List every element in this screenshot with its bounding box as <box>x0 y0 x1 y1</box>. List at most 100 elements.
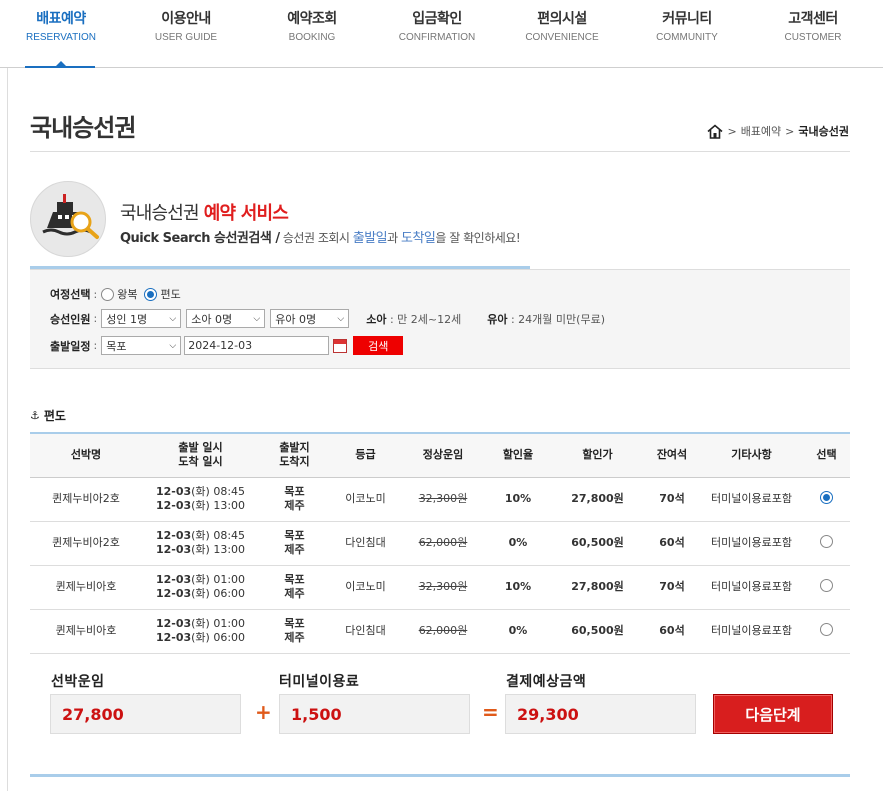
dep-day: (화) <box>191 485 210 498</box>
arr-time: 13:00 <box>209 499 246 512</box>
nav-label-en: RESERVATION <box>25 32 96 43</box>
ship-name: 퀸제누비아2호 <box>30 521 142 566</box>
col-datetime: 출발 일시 도착 일시 <box>142 432 259 478</box>
breadcrumb-item[interactable]: 배표예약 <box>741 123 781 139</box>
dep-time: 08:45 <box>209 529 246 542</box>
infant-count-value: 유아 0명 <box>275 312 317 326</box>
service-title: 국내승선권 예약 서비스 <box>120 199 289 225</box>
child-count-value: 소아 0명 <box>191 312 233 326</box>
voyage-ports: 목포 제주 <box>259 521 330 566</box>
nav-confirmation[interactable]: 입금확인 CONFIRMATION <box>387 8 487 43</box>
discount-rate: 10% <box>485 565 551 610</box>
select-radio[interactable] <box>820 534 833 548</box>
remaining-seats: 70석 <box>644 477 700 522</box>
breadcrumb-current: 국내승선권 <box>798 125 849 138</box>
round-trip-radio[interactable] <box>101 287 115 301</box>
table-row[interactable]: 퀸제누비아호 12-03(화) 01:00 12-03(화) 06:00 목포 제주 이코… <box>30 565 850 610</box>
col-normal-fare: 정상운임 <box>401 432 485 478</box>
normal-fare-value: 62,000원 <box>418 536 468 549</box>
etc-note: 터미널이용료포함 <box>700 477 803 522</box>
child-hint-text: : 만 2세~12세 <box>389 312 462 326</box>
col-ship: 선박명 <box>30 432 142 478</box>
arr-port: 제주 <box>284 543 305 556</box>
nav-reservation[interactable]: 배표예약 RESERVATION <box>11 8 111 43</box>
col-dep-time: 출발 일시 <box>178 441 223 455</box>
child-hint-label: 소아 <box>366 312 387 326</box>
arr-time: 06:00 <box>209 587 246 600</box>
dep-time: 08:45 <box>209 485 246 498</box>
nav-user-guide[interactable]: 이용안내 USER GUIDE <box>136 8 236 43</box>
adult-count-value: 성인 1명 <box>106 312 148 326</box>
dep-day: (화) <box>191 617 210 630</box>
one-way-radio[interactable] <box>144 287 158 301</box>
bottom-accent-line <box>30 774 850 777</box>
dep-time: 01:00 <box>209 617 246 630</box>
calendar-icon[interactable] <box>333 338 348 353</box>
page-title: 국내승선권 <box>30 114 136 142</box>
service-note: 을 잘 확인하세요! <box>435 231 521 245</box>
arr-day: (화) <box>191 543 210 556</box>
normal-fare-value: 62,000원 <box>418 624 468 637</box>
discount-price: 27,800원 <box>551 477 644 522</box>
nav-label-en: CONFIRMATION <box>398 32 476 43</box>
home-icon[interactable] <box>707 123 723 139</box>
table-row[interactable]: 퀸제누비아호 12-03(화) 01:00 12-03(화) 06:00 목포 제주 다인… <box>30 609 850 654</box>
nav-label-ko: 예약조회 <box>287 11 337 27</box>
active-tab-underline <box>25 66 95 68</box>
breadcrumb: > 배표예약 > 국내승선권 <box>707 123 849 139</box>
chevron-down-icon: ⌵ <box>169 340 177 351</box>
terminal-fee-label: 터미널이용료 <box>279 674 360 690</box>
select-cell <box>803 565 850 610</box>
one-way-label: 편도 <box>160 288 181 301</box>
select-radio[interactable] <box>820 490 833 504</box>
nav-booking[interactable]: 예약조회 BOOKING <box>262 8 362 43</box>
passenger-row: 승선인원: 성인 1명 ⌵ 소아 0명 ⌵ 유아 0명 ⌵ 소아 : 만 2세~12세… <box>50 309 605 328</box>
col-arr-time: 도착 일시 <box>178 455 223 469</box>
dep-day: (화) <box>191 529 210 542</box>
nav-community[interactable]: 커뮤니티 COMMUNITY <box>637 8 737 43</box>
trip-type-label: 여정선택 <box>50 288 91 301</box>
nav-label-en: COMMUNITY <box>656 32 718 43</box>
service-note-arrival: 도착일 <box>401 231 436 246</box>
arr-day: (화) <box>191 631 210 644</box>
section-title-text: 편도 <box>43 409 66 423</box>
adult-count-select[interactable]: 성인 1명 ⌵ <box>101 309 182 328</box>
col-seats: 잔여석 <box>644 432 700 478</box>
remaining-seats: 60석 <box>644 609 700 654</box>
infant-count-select[interactable]: 유아 0명 ⌵ <box>270 309 350 328</box>
arr-port: 제주 <box>284 587 305 600</box>
nav-label-en: BOOKING <box>288 32 336 43</box>
child-count-select[interactable]: 소아 0명 ⌵ <box>186 309 266 328</box>
nav-convenience[interactable]: 편의시설 CONVENIENCE <box>512 8 612 43</box>
dep-port: 목포 <box>284 485 305 498</box>
quick-search-label: Quick Search 승선권검색 / <box>120 231 280 246</box>
nav-label-ko: 고객센터 <box>788 11 838 27</box>
next-step-button[interactable]: 다음단계 <box>713 694 833 734</box>
service-title-highlight: 예약 서비스 <box>203 203 289 224</box>
arr-day: (화) <box>191 499 210 512</box>
departure-date-input[interactable]: 2024-12-03 <box>184 336 330 355</box>
total-amount-value: 29,300 <box>505 694 696 734</box>
nav-label-ko: 입금확인 <box>412 11 462 27</box>
table-row[interactable]: 퀸제누비아2호 12-03(화) 08:45 12-03(화) 13:00 목포 제주 이… <box>30 477 850 522</box>
trip-type-row: 여정선택: 왕복 편도 <box>50 287 181 301</box>
normal-fare: 32,300원 <box>401 477 485 522</box>
table-row[interactable]: 퀸제누비아2호 12-03(화) 08:45 12-03(화) 13:00 목포 제주 다… <box>30 521 850 566</box>
select-radio[interactable] <box>820 578 833 592</box>
search-button[interactable]: 검색 <box>353 336 404 355</box>
service-note-departure: 출발일 <box>352 231 388 246</box>
col-arr-port: 도착지 <box>279 455 310 469</box>
departure-port-select[interactable]: 목포 ⌵ <box>101 336 182 355</box>
dep-port: 목포 <box>284 617 305 630</box>
ship-name: 퀸제누비아호 <box>30 565 142 610</box>
service-title-prefix: 국내승선권 <box>120 203 204 224</box>
one-way-section-title: ⚓ 편도 <box>30 407 66 424</box>
discount-rate: 0% <box>485 521 551 566</box>
chevron-down-icon: ⌵ <box>169 313 177 324</box>
select-radio[interactable] <box>820 622 833 636</box>
top-nav: 배표예약 RESERVATION 이용안내 USER GUIDE 예약조회 BO… <box>0 0 883 68</box>
arr-port: 제주 <box>284 631 305 644</box>
nav-customer[interactable]: 고객센터 CUSTOMER <box>763 8 863 43</box>
remaining-seats: 70석 <box>644 565 700 610</box>
ship-name: 퀸제누비아2호 <box>30 477 142 522</box>
